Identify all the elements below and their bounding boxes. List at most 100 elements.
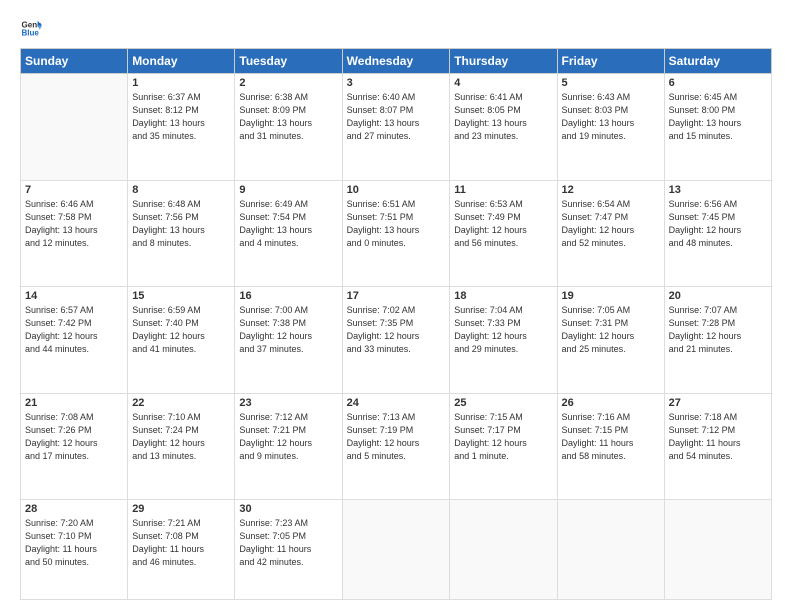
calendar-cell [21,74,128,181]
day-info: Sunrise: 7:05 AM Sunset: 7:31 PM Dayligh… [562,304,660,356]
calendar-cell: 18 Sunrise: 7:04 AM Sunset: 7:33 PM Dayli… [450,287,557,394]
day-info: Sunrise: 7:08 AM Sunset: 7:26 PM Dayligh… [25,411,123,463]
day-number: 10 [347,184,446,196]
day-info: Sunrise: 6:41 AM Sunset: 8:05 PM Dayligh… [454,91,552,143]
calendar-cell: 24Sunrise: 7:13 AM Sunset: 7:19 PM Dayli… [342,393,450,500]
calendar-cell: 22 Sunrise: 7:10 AM Sunset: 7:24 PM Dayli… [128,393,235,500]
day-info: Sunrise: 7:13 AM Sunset: 7:19 PM Dayligh… [347,411,446,463]
day-info: Sunrise: 6:54 AM Sunset: 7:47 PM Dayligh… [562,198,660,250]
calendar-week-row: 21 Sunrise: 7:08 AM Sunset: 7:26 PM Dayli… [21,393,772,500]
calendar-cell [450,500,557,600]
day-number: 7 [25,184,123,196]
day-info: Sunrise: 7:20 AM Sunset: 7:10 PM Dayligh… [25,517,123,569]
day-info: Sunrise: 7:23 AM Sunset: 7:05 PM Dayligh… [239,517,337,569]
day-number: 13 [669,184,767,196]
day-number: 21 [25,397,123,409]
calendar-cell [664,500,771,600]
calendar-week-row: 1 Sunrise: 6:37 AM Sunset: 8:12 PM Daylig… [21,74,772,181]
day-number: 2 [239,77,337,89]
day-info: Sunrise: 6:38 AM Sunset: 8:09 PM Dayligh… [239,91,337,143]
weekday-header-saturday: Saturday [664,49,771,74]
calendar-cell [342,500,450,600]
weekday-header-wednesday: Wednesday [342,49,450,74]
day-number: 30 [239,503,337,515]
calendar-week-row: 14 Sunrise: 6:57 AM Sunset: 7:42 PM Dayli… [21,287,772,394]
calendar-cell: 13 Sunrise: 6:56 AM Sunset: 7:45 PM Dayli… [664,180,771,287]
calendar-cell: 2 Sunrise: 6:38 AM Sunset: 8:09 PM Daylig… [235,74,342,181]
day-number: 1 [132,77,230,89]
day-info: Sunrise: 6:51 AM Sunset: 7:51 PM Dayligh… [347,198,446,250]
day-number: 18 [454,290,552,302]
day-number: 17 [347,290,446,302]
day-number: 20 [669,290,767,302]
day-info: Sunrise: 7:07 AM Sunset: 7:28 PM Dayligh… [669,304,767,356]
calendar-cell: 9Sunrise: 6:49 AM Sunset: 7:54 PM Daylig… [235,180,342,287]
day-number: 9 [239,184,337,196]
logo: General Blue [20,18,46,40]
day-number: 4 [454,77,552,89]
calendar-cell: 14 Sunrise: 6:57 AM Sunset: 7:42 PM Dayli… [21,287,128,394]
calendar-cell: 12 Sunrise: 6:54 AM Sunset: 7:47 PM Dayli… [557,180,664,287]
calendar-cell: 28Sunrise: 7:20 AM Sunset: 7:10 PM Dayli… [21,500,128,600]
day-info: Sunrise: 6:56 AM Sunset: 7:45 PM Dayligh… [669,198,767,250]
day-number: 29 [132,503,230,515]
day-info: Sunrise: 6:46 AM Sunset: 7:58 PM Dayligh… [25,198,123,250]
calendar-week-row: 28Sunrise: 7:20 AM Sunset: 7:10 PM Dayli… [21,500,772,600]
calendar-cell: 8 Sunrise: 6:48 AM Sunset: 7:56 PM Daylig… [128,180,235,287]
day-info: Sunrise: 6:59 AM Sunset: 7:40 PM Dayligh… [132,304,230,356]
day-number: 3 [347,77,446,89]
calendar-cell: 30 Sunrise: 7:23 AM Sunset: 7:05 PM Dayli… [235,500,342,600]
weekday-header-friday: Friday [557,49,664,74]
day-info: Sunrise: 6:40 AM Sunset: 8:07 PM Dayligh… [347,91,446,143]
calendar-cell: 3 Sunrise: 6:40 AM Sunset: 8:07 PM Daylig… [342,74,450,181]
day-info: Sunrise: 6:45 AM Sunset: 8:00 PM Dayligh… [669,91,767,143]
calendar-cell: 29Sunrise: 7:21 AM Sunset: 7:08 PM Dayli… [128,500,235,600]
day-info: Sunrise: 7:02 AM Sunset: 7:35 PM Dayligh… [347,304,446,356]
calendar-cell: 20 Sunrise: 7:07 AM Sunset: 7:28 PM Dayli… [664,287,771,394]
day-number: 5 [562,77,660,89]
calendar-week-row: 7 Sunrise: 6:46 AM Sunset: 7:58 PM Daylig… [21,180,772,287]
calendar-cell: 26 Sunrise: 7:16 AM Sunset: 7:15 PM Dayli… [557,393,664,500]
day-number: 6 [669,77,767,89]
calendar-cell: 19Sunrise: 7:05 AM Sunset: 7:31 PM Dayli… [557,287,664,394]
day-number: 27 [669,397,767,409]
day-number: 11 [454,184,552,196]
calendar-cell: 15 Sunrise: 6:59 AM Sunset: 7:40 PM Dayli… [128,287,235,394]
day-info: Sunrise: 7:16 AM Sunset: 7:15 PM Dayligh… [562,411,660,463]
calendar-table: SundayMondayTuesdayWednesdayThursdayFrid… [20,48,772,600]
day-info: Sunrise: 7:15 AM Sunset: 7:17 PM Dayligh… [454,411,552,463]
day-info: Sunrise: 6:53 AM Sunset: 7:49 PM Dayligh… [454,198,552,250]
page-header: General Blue [20,18,772,40]
day-info: Sunrise: 7:10 AM Sunset: 7:24 PM Dayligh… [132,411,230,463]
logo-icon: General Blue [20,18,42,40]
day-info: Sunrise: 6:57 AM Sunset: 7:42 PM Dayligh… [25,304,123,356]
day-number: 14 [25,290,123,302]
calendar-cell: 1 Sunrise: 6:37 AM Sunset: 8:12 PM Daylig… [128,74,235,181]
day-number: 15 [132,290,230,302]
day-info: Sunrise: 7:12 AM Sunset: 7:21 PM Dayligh… [239,411,337,463]
day-info: Sunrise: 7:04 AM Sunset: 7:33 PM Dayligh… [454,304,552,356]
day-number: 12 [562,184,660,196]
calendar-cell: 5 Sunrise: 6:43 AM Sunset: 8:03 PM Daylig… [557,74,664,181]
calendar-cell: 17 Sunrise: 7:02 AM Sunset: 7:35 PM Dayli… [342,287,450,394]
day-number: 25 [454,397,552,409]
calendar-cell: 21 Sunrise: 7:08 AM Sunset: 7:26 PM Dayli… [21,393,128,500]
calendar-cell [557,500,664,600]
day-info: Sunrise: 6:37 AM Sunset: 8:12 PM Dayligh… [132,91,230,143]
calendar-cell: 6 Sunrise: 6:45 AM Sunset: 8:00 PM Daylig… [664,74,771,181]
calendar-cell: 4 Sunrise: 6:41 AM Sunset: 8:05 PM Daylig… [450,74,557,181]
day-number: 8 [132,184,230,196]
day-info: Sunrise: 6:48 AM Sunset: 7:56 PM Dayligh… [132,198,230,250]
day-info: Sunrise: 7:00 AM Sunset: 7:38 PM Dayligh… [239,304,337,356]
calendar-cell: 10 Sunrise: 6:51 AM Sunset: 7:51 PM Dayli… [342,180,450,287]
weekday-header-tuesday: Tuesday [235,49,342,74]
weekday-header-thursday: Thursday [450,49,557,74]
day-number: 22 [132,397,230,409]
calendar-cell: 7 Sunrise: 6:46 AM Sunset: 7:58 PM Daylig… [21,180,128,287]
weekday-header-row: SundayMondayTuesdayWednesdayThursdayFrid… [21,49,772,74]
day-info: Sunrise: 6:43 AM Sunset: 8:03 PM Dayligh… [562,91,660,143]
weekday-header-sunday: Sunday [21,49,128,74]
calendar-cell: 27 Sunrise: 7:18 AM Sunset: 7:12 PM Dayli… [664,393,771,500]
day-info: Sunrise: 7:18 AM Sunset: 7:12 PM Dayligh… [669,411,767,463]
day-number: 26 [562,397,660,409]
